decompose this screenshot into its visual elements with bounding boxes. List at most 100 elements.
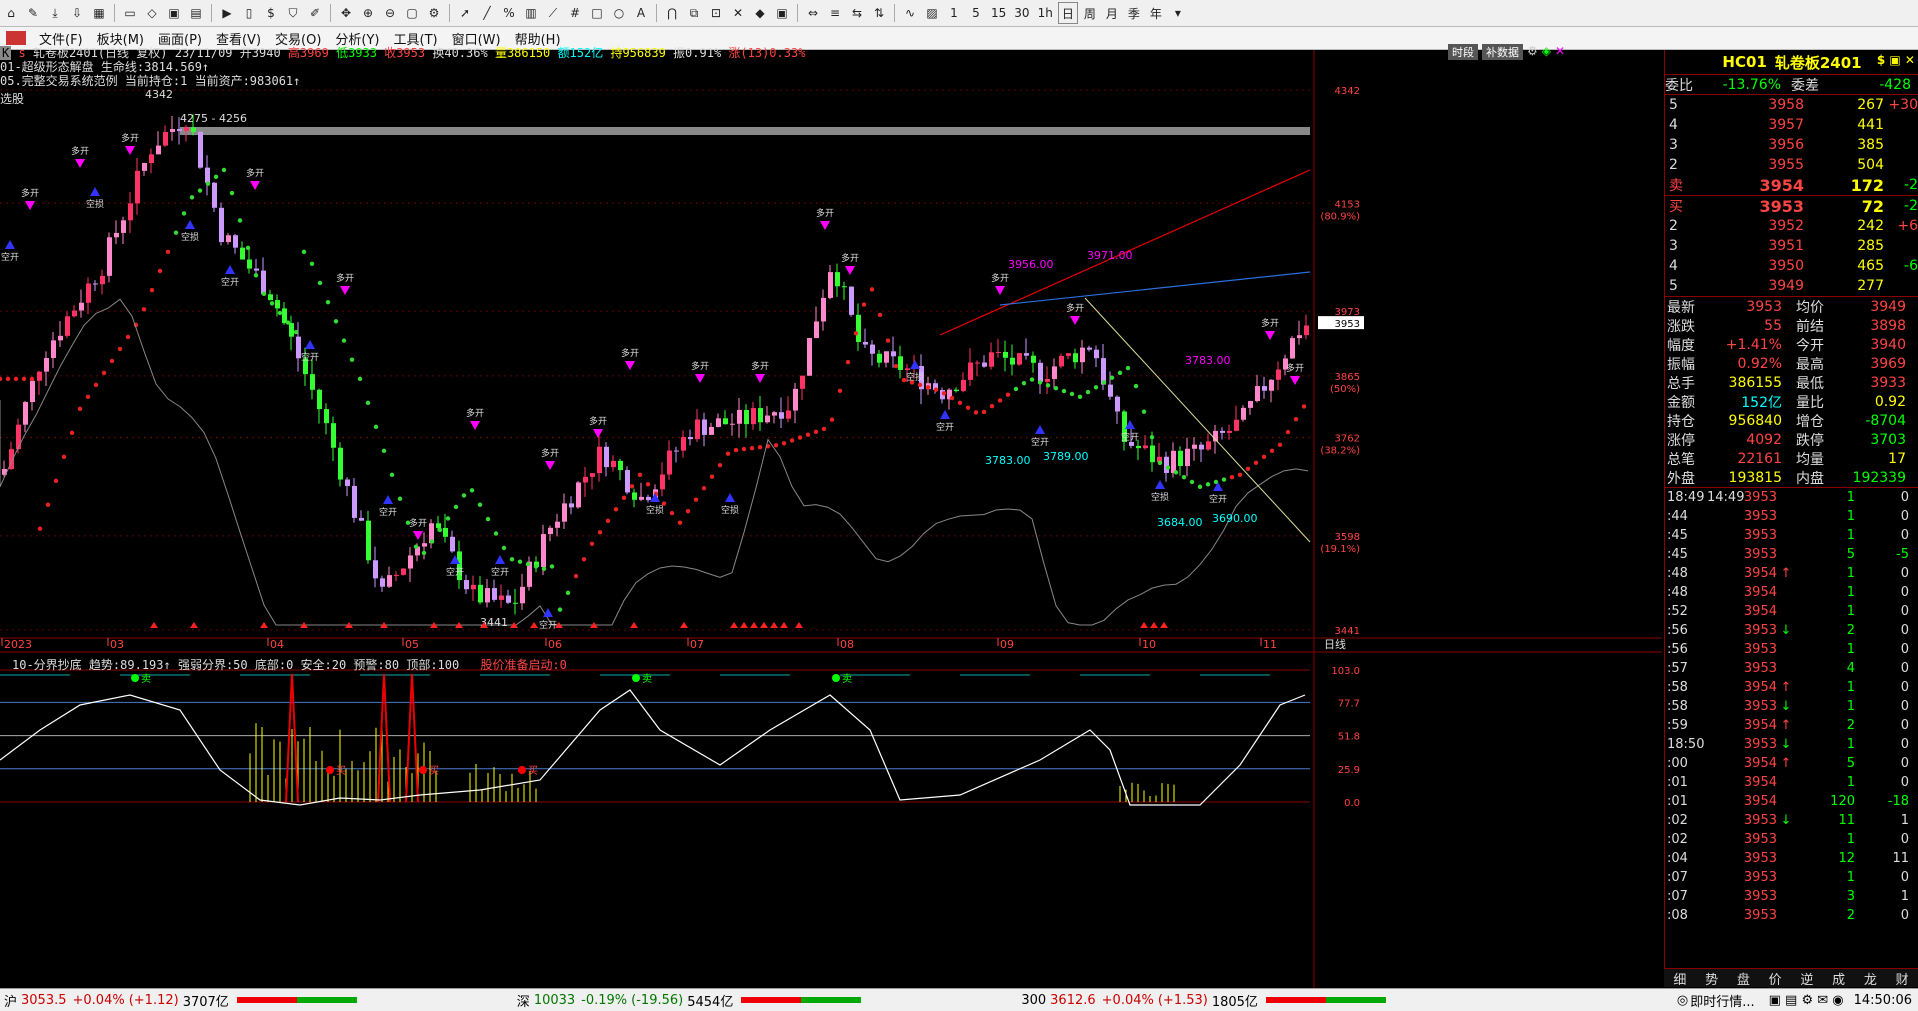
tick-list[interactable]: 18:49 14:49 3953 1 0:44 3953 1 0:45 3953 1 0:45 395… [1665,487,1918,925]
kline-chart[interactable]: 43424153397339533865376235983441(80.9%)(… [0,50,1662,988]
bid-level: 4 3950 465 -6 [1665,256,1918,276]
period-5m[interactable]: 5 [966,2,986,24]
quote-tab[interactable]: 逆 [1791,969,1823,988]
copy-icon[interactable]: ⧉ [684,2,704,24]
quote-tab[interactable]: 势 [1696,969,1728,988]
indicator-icon[interactable]: ◈ [1542,44,1551,60]
stat-value: +1.41% [1725,336,1782,353]
download-icon[interactable]: ⤓ [45,2,65,24]
cursor-icon[interactable]: ➚ [455,2,475,24]
period-season[interactable]: 季 [1124,2,1144,24]
filter-icon[interactable]: ⛉ [283,2,303,24]
tick-time: 18:49 [1667,490,1705,505]
flip-icon[interactable]: ⇆ [847,2,867,24]
rect-icon[interactable]: □ [587,2,607,24]
pen-icon[interactable]: ✐ [305,2,325,24]
tick-row: :56 3953 1 0 [1665,640,1918,659]
line-tool-icon[interactable]: ╱ [477,2,497,24]
candle-body [226,235,231,243]
close-icon[interactable]: ✕ [1555,44,1565,60]
ma-dot [1045,383,1051,388]
move-icon[interactable]: ✥ [336,2,356,24]
tray-icons[interactable]: ▣ ▤ ⚙ ✉ ◉ [1769,993,1844,1008]
ma-dot [853,331,859,336]
quote-tab[interactable]: 龙 [1855,969,1887,988]
save-icon[interactable]: ▣ [772,2,792,24]
ma-dot [69,430,75,436]
volume: 267 [1857,97,1884,113]
ma-dot [117,346,123,352]
candle-body [1171,450,1176,473]
chevron-down-icon[interactable]: ▾ [1168,2,1188,24]
signal-label: 空开 [1,251,19,263]
period-1h[interactable]: 1h [1035,2,1056,24]
chart-area[interactable]: 4342 4153 3973 3953 3865 3762 3598 3441 (80.9%)(… [0,44,1662,1000]
table-icon[interactable]: ▥ [521,2,541,24]
tile-icon[interactable]: ▣ [164,2,184,24]
signal-label: 多开 [246,167,264,179]
play-icon[interactable]: ▶ [217,2,237,24]
ask-level: 4 3957 441 [1665,115,1918,135]
realtime-label[interactable]: 即时行情... [1690,991,1754,1010]
app-icon[interactable] [6,31,26,45]
sz-amount: 5454亿 [687,994,734,1010]
signal-label: 空损 [181,231,199,243]
ma-dot [13,376,19,382]
period-button[interactable]: 时段 [1448,44,1478,60]
dollar-icon[interactable]: $ [261,2,281,24]
align-icon[interactable]: ≡ [825,2,845,24]
color-icon[interactable]: ◆ [750,2,770,24]
gear-icon[interactable]: ⚙ [1527,44,1538,60]
period-week[interactable]: 周 [1080,2,1100,24]
tick-change: 1 [1900,889,1909,904]
window-controls[interactable]: $ ▣ ✕ [1877,53,1915,67]
trend-icon[interactable]: ⟋ [543,2,563,24]
settings-icon[interactable]: ⚙ [424,2,444,24]
amplitude-value: 振0.91% [673,46,722,60]
percent-icon[interactable]: % [499,2,519,24]
text-icon[interactable]: A [631,2,651,24]
circle-icon[interactable]: ○ [609,2,629,24]
grid-icon[interactable]: ▦ [89,2,109,24]
diamond-icon[interactable]: ◇ [142,2,162,24]
period-year[interactable]: 年 [1146,2,1166,24]
delete-icon[interactable]: ✕ [728,2,748,24]
tick-time: :02 [1667,832,1688,847]
divider [211,4,212,22]
period-15m[interactable]: 15 [988,2,1009,24]
magnet-icon[interactable]: ⋂ [662,2,682,24]
ma-dot [229,190,235,196]
ma-dot [213,174,219,180]
zoom-out-icon[interactable]: ⊖ [380,2,400,24]
quote-tab[interactable]: 盘 [1728,969,1760,988]
divider [656,4,657,22]
hash-icon[interactable]: # [565,2,585,24]
document-icon[interactable]: ▯ [239,2,259,24]
chart-icon[interactable]: ▨ [922,2,942,24]
draw-icon[interactable]: ✎ [23,2,43,24]
period-30m[interactable]: 30 [1011,2,1032,24]
quote-tab[interactable]: 细 [1664,969,1696,988]
price-annotation: 3684.00 [1157,516,1203,529]
ma-dot [997,398,1003,403]
period-day[interactable]: 日 [1057,2,1078,24]
window-icon[interactable]: ▭ [120,2,140,24]
layout-icon[interactable]: ▤ [186,2,206,24]
home-icon[interactable]: ⌂ [1,2,21,24]
mirror-icon[interactable]: ⇅ [869,2,889,24]
ma-dot [1085,389,1091,395]
fill-data-button[interactable]: 补数据 [1482,44,1523,60]
quote-tab[interactable]: 价 [1759,969,1791,988]
scale-icon[interactable]: ⇔ [803,2,823,24]
realtime-icon[interactable]: ◎ [1677,993,1688,1008]
export-icon[interactable]: ⇩ [67,2,87,24]
frame-icon[interactable]: ▢ [402,2,422,24]
signal-label: 多开 [1261,317,1279,329]
period-1m[interactable]: 1 [944,2,964,24]
quote-tab[interactable]: 成 [1823,969,1855,988]
zoom-in-icon[interactable]: ⊕ [358,2,378,24]
chart-line-icon[interactable]: ∿ [900,2,920,24]
lock-icon[interactable]: ⊡ [706,2,726,24]
period-month[interactable]: 月 [1102,2,1122,24]
quote-tab[interactable]: 财 [1886,969,1918,988]
